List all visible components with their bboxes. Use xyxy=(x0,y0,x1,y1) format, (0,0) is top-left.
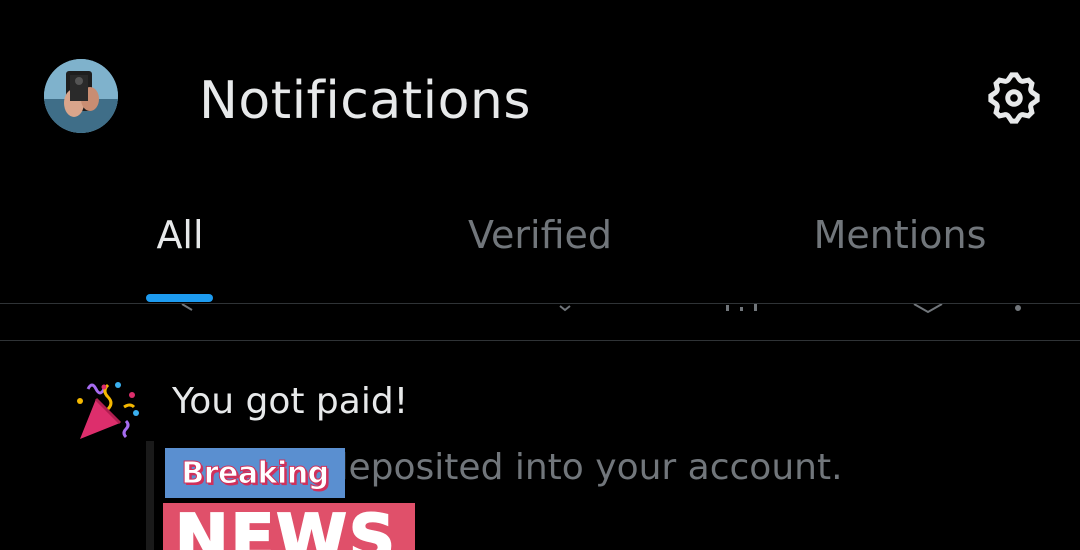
tab-mentions-label: Mentions xyxy=(813,213,987,257)
settings-button[interactable] xyxy=(980,64,1048,132)
party-popper-icon xyxy=(74,377,146,443)
tab-all-label: All xyxy=(156,213,204,257)
tab-all[interactable]: All xyxy=(120,190,240,304)
page-title: Notifications xyxy=(199,71,531,131)
breaking-news-sticker: Breaking xyxy=(165,448,345,498)
active-tab-indicator xyxy=(146,294,213,302)
tab-verified[interactable]: Verified xyxy=(420,190,660,304)
breaking-label: Breaking xyxy=(181,455,330,491)
gear-icon xyxy=(988,72,1040,124)
tab-mentions[interactable]: Mentions xyxy=(780,190,1020,304)
news-sticker: NEWS xyxy=(163,503,415,550)
news-label: NEWS xyxy=(174,503,397,550)
tab-verified-label: Verified xyxy=(467,213,613,257)
profile-photo-icon xyxy=(44,59,118,133)
overlay-sticker-edge xyxy=(146,441,154,550)
notification-item[interactable]: You got paid! as been deposited into you… xyxy=(0,341,1080,550)
header-bar: Notifications xyxy=(0,0,1080,190)
avatar[interactable] xyxy=(44,59,118,133)
notification-tabs: All Verified Mentions xyxy=(0,190,1080,304)
notification-title: You got paid! xyxy=(172,381,409,422)
scrolled-row-remnant xyxy=(0,304,1080,314)
